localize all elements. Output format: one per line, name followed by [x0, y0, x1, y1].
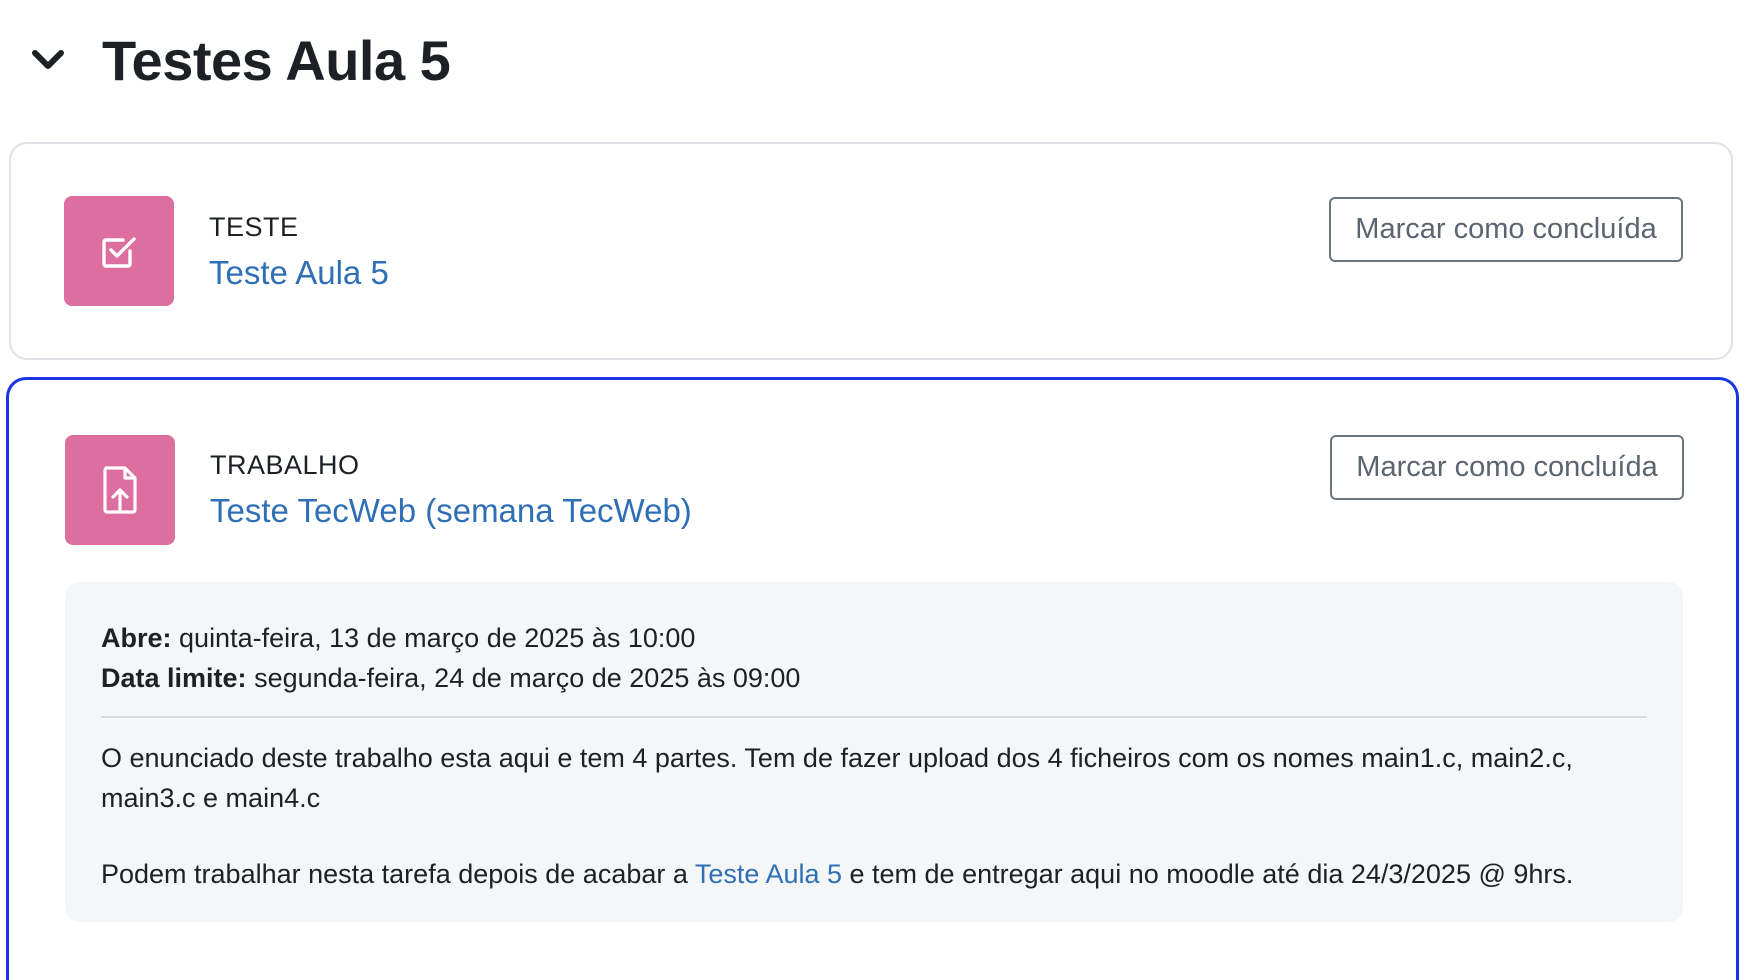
quiz-activity-icon — [64, 196, 174, 306]
divider — [101, 716, 1647, 718]
mark-complete-button[interactable]: Marcar como concluída — [1329, 197, 1683, 262]
opens-label: Abre: — [101, 623, 172, 653]
description-text-before: Podem trabalhar nesta tarefa depois de a… — [101, 859, 695, 889]
section-header: Testes Aula 5 — [28, 20, 451, 100]
section-title: Testes Aula 5 — [102, 28, 451, 92]
description-text-after: e tem de entregar aqui no moodle até dia… — [842, 859, 1574, 889]
chevron-down-icon — [32, 50, 64, 69]
activity-card-quiz: TESTE Teste Aula 5 Marcar como concluída — [9, 142, 1733, 360]
mark-complete-button[interactable]: Marcar como concluída — [1330, 435, 1684, 500]
checkbox-icon — [102, 237, 136, 268]
opens-value: quinta-feira, 13 de março de 2025 às 10:… — [179, 623, 696, 653]
activity-link-teste-tecweb[interactable]: Teste TecWeb (semana TecWeb) — [210, 492, 692, 530]
section-collapse-toggle[interactable] — [28, 40, 68, 80]
activity-info-panel: Abre: quinta-feira, 13 de março de 2025 … — [65, 582, 1683, 922]
due-label: Data limite: — [101, 663, 247, 693]
description-paragraph-1: O enunciado deste trabalho esta aqui e t… — [101, 743, 1573, 813]
due-value: segunda-feira, 24 de março de 2025 às 09… — [254, 663, 801, 693]
activity-description: O enunciado deste trabalho esta aqui e t… — [101, 738, 1647, 894]
course-page: Testes Aula 5 TESTE Teste Aula 5 Marcar … — [0, 0, 1746, 980]
assignment-activity-icon — [65, 435, 175, 545]
inline-link-teste-aula-5[interactable]: Teste Aula 5 — [695, 859, 842, 889]
opens-date: Abre: quinta-feira, 13 de março de 2025 … — [101, 618, 1647, 658]
activity-type-label: TESTE — [209, 212, 299, 242]
description-paragraph-2: Podem trabalhar nesta tarefa depois de a… — [101, 854, 1647, 894]
activity-link-teste-aula-5[interactable]: Teste Aula 5 — [209, 254, 389, 292]
file-upload-icon — [103, 466, 137, 514]
activity-type-label: TRABALHO — [210, 450, 360, 480]
due-date: Data limite: segunda-feira, 24 de março … — [101, 658, 1647, 698]
activity-card-assignment: TRABALHO Teste TecWeb (semana TecWeb) Ma… — [6, 377, 1739, 980]
